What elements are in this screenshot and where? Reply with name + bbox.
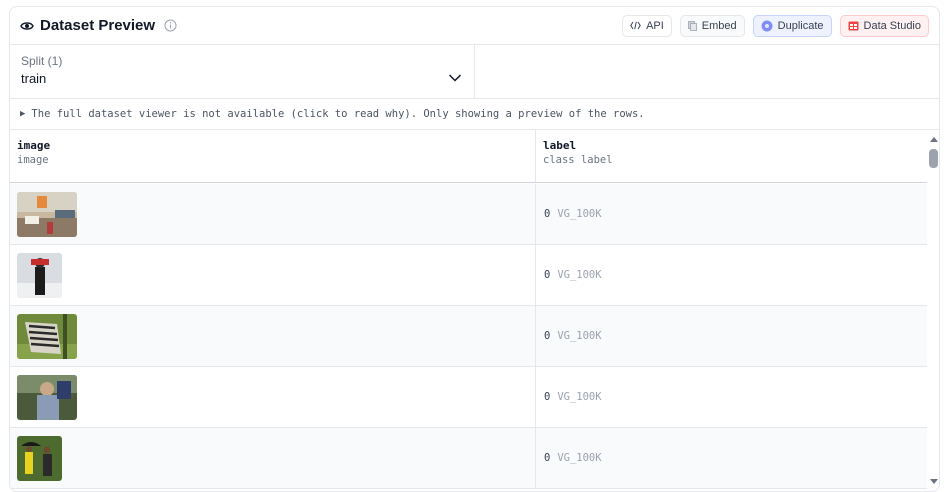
- label-class: VG_100K: [557, 391, 602, 403]
- duplicate-icon: [761, 20, 773, 32]
- column-type: class label: [543, 154, 613, 166]
- code-icon: [630, 21, 641, 30]
- label-cell: 0 VG_100K: [536, 184, 927, 244]
- table-grid-icon: [848, 21, 859, 31]
- table-scrollbar[interactable]: [927, 130, 939, 491]
- api-button[interactable]: API: [622, 14, 672, 37]
- title-group: Dataset Preview: [20, 17, 177, 34]
- header-actions: API Embed Duplicate Data Studio: [622, 14, 929, 37]
- scrollbar-thumb[interactable]: [929, 149, 938, 168]
- column-name: image: [17, 139, 51, 152]
- split-label: Split (1): [21, 54, 63, 68]
- eye-icon: [20, 19, 34, 33]
- label-class: VG_100K: [557, 269, 602, 281]
- page-title: Dataset Preview: [40, 17, 156, 34]
- table-row: 0 VG_100K: [10, 245, 927, 306]
- column-header-image: image image: [10, 130, 536, 182]
- column-header-label: label class label: [536, 130, 927, 182]
- embed-button-label: Embed: [701, 19, 737, 32]
- label-class: VG_100K: [557, 208, 602, 220]
- table-row: 0 VG_100K: [10, 367, 927, 428]
- label-value: 0: [544, 391, 551, 403]
- column-type: image: [17, 154, 49, 166]
- table-body: 0 VG_100K 0 VG_100K 0 VG_100K 0 VG_100K …: [10, 184, 927, 489]
- label-value: 0: [544, 452, 551, 464]
- image-thumbnail[interactable]: [17, 375, 77, 420]
- image-cell: [10, 184, 536, 244]
- embed-button[interactable]: Embed: [679, 14, 745, 37]
- viewer-unavailable-notice[interactable]: ▶ The full dataset viewer is not availab…: [10, 99, 939, 130]
- scroll-up-arrow-icon[interactable]: [930, 137, 938, 142]
- label-class: VG_100K: [557, 452, 602, 464]
- image-cell: [10, 367, 536, 427]
- table-row: 0 VG_100K: [10, 306, 927, 367]
- duplicate-button-label: Duplicate: [777, 19, 824, 32]
- api-button-label: API: [646, 19, 664, 32]
- table-row: 0 VG_100K: [10, 184, 927, 245]
- table-header: image image label class label: [10, 130, 927, 183]
- image-cell: [10, 428, 536, 488]
- scroll-down-arrow-icon[interactable]: [930, 479, 938, 484]
- dataset-preview-card: Dataset Preview API Embed Duplicate Data…: [9, 6, 940, 492]
- embed-icon: [687, 20, 697, 31]
- column-name: label: [543, 139, 577, 152]
- chevron-down-icon: [448, 71, 462, 85]
- preview-header: Dataset Preview API Embed Duplicate Data…: [10, 7, 939, 45]
- duplicate-button[interactable]: Duplicate: [752, 14, 832, 37]
- data-studio-button-label: Data Studio: [863, 19, 921, 32]
- image-thumbnail[interactable]: [17, 253, 62, 298]
- label-cell: 0 VG_100K: [536, 245, 927, 305]
- label-cell: 0 VG_100K: [536, 306, 927, 366]
- label-value: 0: [544, 208, 551, 220]
- info-icon[interactable]: [164, 19, 177, 32]
- label-cell: 0 VG_100K: [536, 428, 927, 488]
- split-select[interactable]: Split (1) train: [10, 45, 475, 98]
- preview-table: image image label class label 0 VG_100K …: [10, 130, 927, 491]
- split-row: Split (1) train: [10, 45, 939, 99]
- disclosure-triangle-icon: ▶: [20, 109, 26, 119]
- table-row: 0 VG_100K: [10, 428, 927, 489]
- label-class: VG_100K: [557, 330, 602, 342]
- image-thumbnail[interactable]: [17, 436, 62, 481]
- image-thumbnail[interactable]: [17, 192, 77, 237]
- data-studio-button[interactable]: Data Studio: [839, 14, 929, 37]
- label-cell: 0 VG_100K: [536, 367, 927, 427]
- label-value: 0: [544, 330, 551, 342]
- label-value: 0: [544, 269, 551, 281]
- image-thumbnail[interactable]: [17, 314, 77, 359]
- split-value: train: [21, 71, 47, 86]
- notice-text: The full dataset viewer is not available…: [31, 108, 645, 120]
- image-cell: [10, 245, 536, 305]
- image-cell: [10, 306, 536, 366]
